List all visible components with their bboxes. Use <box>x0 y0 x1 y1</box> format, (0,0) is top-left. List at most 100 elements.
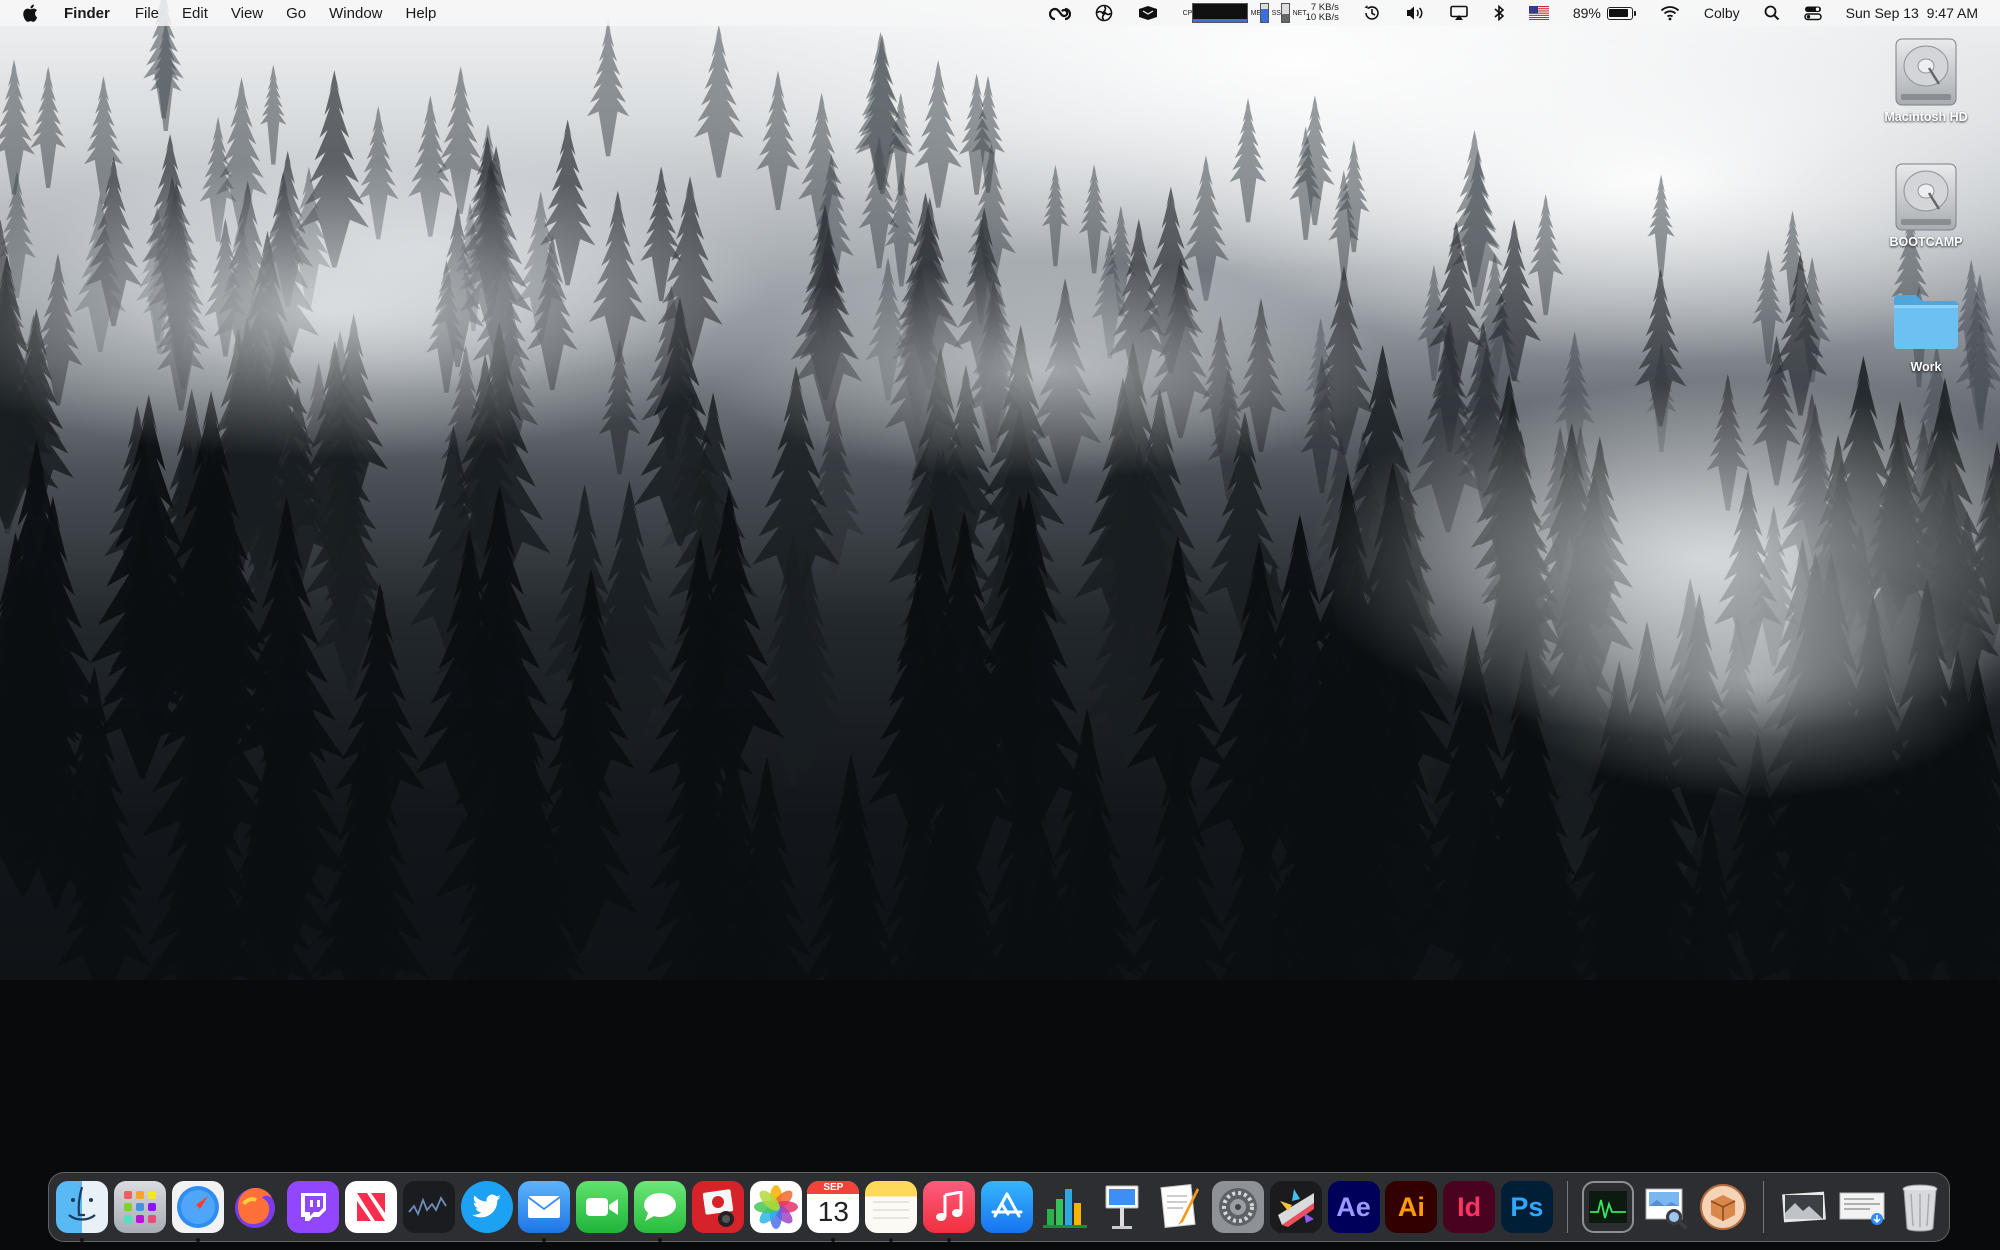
desktop-icon-bootcamp[interactable]: BOOTCAMP <box>1866 161 1986 249</box>
illustrator-icon: Ai <box>1385 1181 1438 1233</box>
desktop-icon-label: Macintosh HD <box>1884 110 1968 124</box>
dock-illustrator[interactable]: Ai <box>1385 1181 1438 1233</box>
bluetooth-icon[interactable] <box>1493 0 1505 26</box>
twitch-icon <box>287 1181 340 1233</box>
dock-numbers[interactable] <box>1039 1181 1091 1233</box>
control-center-icon[interactable] <box>1803 0 1822 26</box>
app-store-icon <box>980 1181 1033 1233</box>
dock-image-stack[interactable] <box>1778 1181 1830 1233</box>
running-indicator <box>657 1238 662 1242</box>
running-indicator <box>542 1238 547 1242</box>
launchpad-icon <box>113 1181 166 1233</box>
dock-downloads-stack[interactable] <box>1836 1181 1888 1233</box>
dock-twitter[interactable] <box>460 1181 513 1233</box>
battery-percent: 89% <box>1572 5 1601 21</box>
notes-icon <box>865 1181 918 1233</box>
calendar-month: SEP <box>807 1181 860 1194</box>
dock-safari[interactable] <box>171 1181 224 1242</box>
desktop-wallpaper <box>0 0 2000 1250</box>
dock-calendar[interactable]: SEP 13 <box>807 1181 860 1242</box>
menu-help[interactable]: Help <box>406 5 437 22</box>
dock-twitch[interactable] <box>287 1181 340 1233</box>
dock-stocks[interactable] <box>402 1181 455 1233</box>
stocks-icon <box>402 1181 455 1233</box>
time-machine-icon[interactable] <box>1363 0 1381 26</box>
hard-drive-icon <box>1890 161 1962 233</box>
dock-separator <box>1763 1181 1765 1233</box>
dock-indesign[interactable]: Id <box>1443 1181 1496 1233</box>
airplay-display-icon[interactable] <box>1449 0 1469 26</box>
creative-cloud-icon[interactable] <box>1048 0 1071 26</box>
dock-music[interactable] <box>922 1181 975 1242</box>
status-area: CPU MEM SSD NET 7 KB/s 10 KB/s <box>1025 0 2000 26</box>
network-download: 10 KB/s <box>1305 12 1339 23</box>
volume-icon[interactable] <box>1405 0 1425 26</box>
dock-preview[interactable] <box>1640 1181 1692 1233</box>
desktop-icon-macintosh-hd[interactable]: Macintosh HD <box>1866 36 1986 124</box>
us-flag-icon[interactable] <box>1528 0 1549 26</box>
user-name[interactable]: Colby <box>1704 0 1740 26</box>
archive-box-icon <box>1697 1181 1749 1233</box>
hand-mirror-icon[interactable] <box>1137 0 1159 26</box>
battery-status[interactable]: 89% <box>1573 0 1636 26</box>
dock-notes[interactable] <box>865 1181 918 1242</box>
battery-icon <box>1606 6 1636 20</box>
dock-photoshop[interactable]: Ps <box>1500 1181 1553 1233</box>
menu-bar: Finder File Edit View Go Window Help CPU… <box>0 0 2000 26</box>
menu-go[interactable]: Go <box>286 5 306 22</box>
wifi-icon[interactable] <box>1660 0 1680 26</box>
mail-icon <box>518 1181 571 1233</box>
finder-icon <box>56 1181 108 1233</box>
dock-news[interactable] <box>344 1181 397 1233</box>
running-indicator <box>831 1238 836 1242</box>
dock-trash[interactable] <box>1894 1181 1946 1233</box>
dock-pages[interactable] <box>1154 1181 1206 1233</box>
network-speed: 7 KB/s 10 KB/s <box>1306 3 1339 23</box>
istat-system-monitor[interactable]: CPU MEM SSD NET 7 KB/s 10 KB/s <box>1183 0 1339 26</box>
memory-meter <box>1259 3 1269 23</box>
running-indicator <box>195 1238 200 1242</box>
apple-menu-icon[interactable] <box>22 4 40 22</box>
dock-finder[interactable] <box>56 1181 108 1242</box>
menu-edit[interactable]: Edit <box>182 5 208 22</box>
dock-mail[interactable] <box>518 1181 571 1242</box>
calendar-day: 13 <box>817 1196 849 1227</box>
desktop-icon-label: Work <box>1910 360 1942 374</box>
dock-messages[interactable] <box>633 1181 686 1242</box>
dock-photo-booth[interactable] <box>691 1181 744 1233</box>
menu-view[interactable]: View <box>231 5 263 22</box>
mem-label: MEM <box>1251 10 1267 17</box>
fan-control-icon[interactable] <box>1095 0 1113 26</box>
spotlight-search-icon[interactable] <box>1764 0 1780 26</box>
dock-photos[interactable] <box>749 1181 802 1233</box>
net-label: NET <box>1292 9 1307 17</box>
dock-app-store[interactable] <box>980 1181 1033 1233</box>
dock-facetime[interactable] <box>576 1181 629 1233</box>
preview-icon <box>1640 1181 1692 1233</box>
dock-keynote[interactable] <box>1096 1181 1148 1233</box>
cpu-graph <box>1191 3 1248 23</box>
image-stack-icon <box>1778 1181 1830 1233</box>
dock-firefox[interactable] <box>229 1181 281 1233</box>
menu-file[interactable]: File <box>135 5 159 22</box>
firefox-icon <box>229 1181 281 1233</box>
desktop-icon-label: BOOTCAMP <box>1889 235 1963 249</box>
dock-system-preferences[interactable] <box>1211 1181 1264 1233</box>
menu-window[interactable]: Window <box>329 5 382 22</box>
final-cut-pro-icon <box>1269 1181 1322 1233</box>
hard-drive-icon <box>1890 36 1962 108</box>
dock-final-cut-pro[interactable] <box>1269 1181 1322 1233</box>
dock-launchpad[interactable] <box>113 1181 166 1233</box>
dock-after-effects[interactable]: Ae <box>1327 1181 1380 1233</box>
running-indicator <box>946 1238 951 1242</box>
downloads-stack-icon <box>1836 1181 1888 1233</box>
desktop-icon-work[interactable]: Work <box>1866 286 1986 374</box>
after-effects-icon: Ae <box>1327 1181 1380 1233</box>
dock-separator <box>1566 1181 1568 1233</box>
dock-archive-utility[interactable] <box>1697 1181 1749 1233</box>
menu-app-name[interactable]: Finder <box>64 5 110 22</box>
numbers-icon <box>1039 1181 1091 1233</box>
clock[interactable]: Sun Sep 13 9:47 AM <box>1846 0 1978 26</box>
dock-activity-monitor[interactable] <box>1581 1181 1634 1233</box>
safari-icon <box>171 1181 224 1233</box>
